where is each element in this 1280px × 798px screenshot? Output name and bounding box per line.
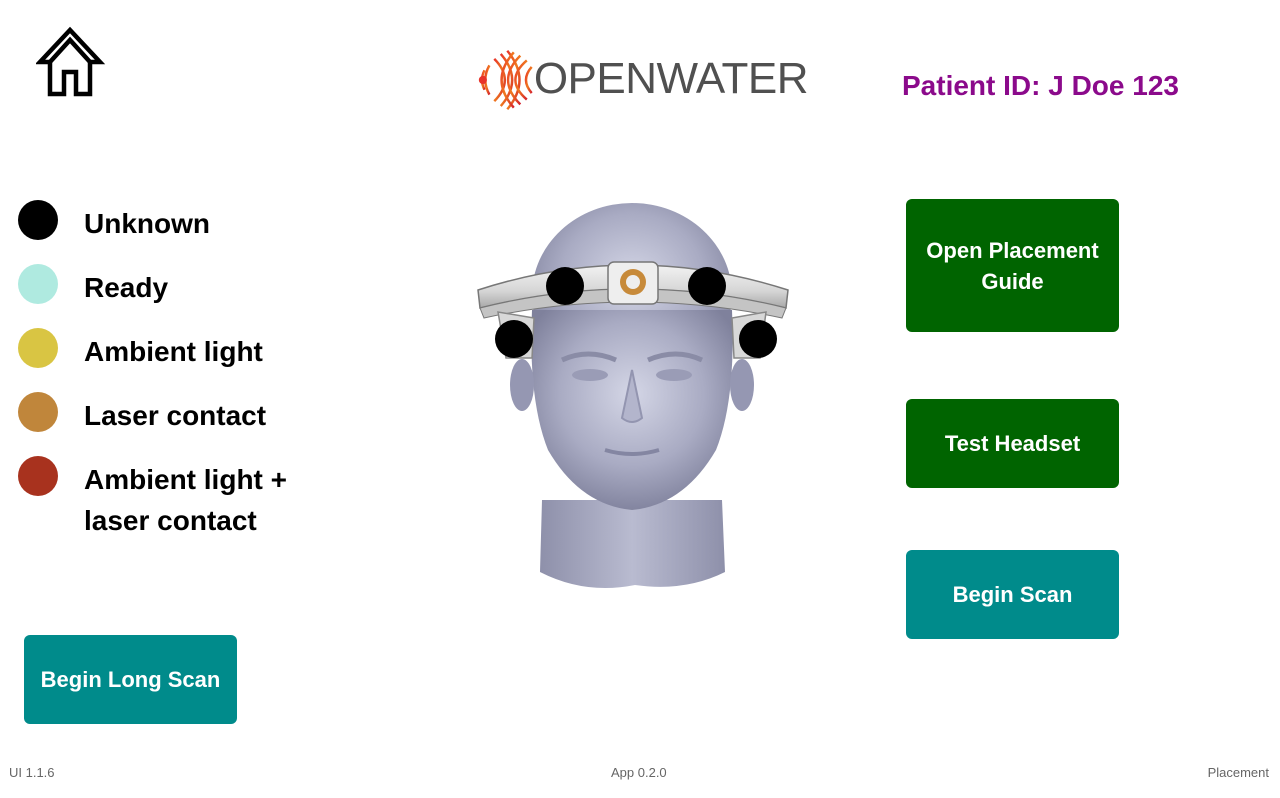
legend-item-laser-contact: Laser contact bbox=[18, 391, 338, 455]
placement-screen: OPENWATER Patient ID: J Doe 123 Unknown … bbox=[0, 0, 1280, 798]
ui-version: UI 1.1.6 bbox=[9, 765, 55, 780]
patient-id: Patient ID: J Doe 123 bbox=[902, 70, 1179, 101]
page-name: Placement bbox=[1207, 765, 1269, 780]
legend-dot-laser-contact bbox=[18, 392, 58, 432]
openwater-logo: OPENWATER bbox=[478, 38, 809, 122]
legend-dot-ambient-laser bbox=[18, 456, 58, 496]
legend-item-ambient-laser: Ambient light + laser contact bbox=[18, 455, 338, 536]
status-legend: Unknown Ready Ambient light Laser contac… bbox=[18, 199, 338, 536]
legend-dot-ambient-light bbox=[18, 328, 58, 368]
head-model bbox=[470, 200, 800, 595]
home-button[interactable] bbox=[34, 24, 108, 100]
test-headset-button[interactable]: Test Headset bbox=[906, 399, 1119, 488]
legend-dot-unknown bbox=[18, 200, 58, 240]
legend-label: Ready bbox=[84, 272, 169, 303]
open-placement-guide-button[interactable]: Open Placement Guide bbox=[906, 199, 1119, 332]
legend-item-ambient-light: Ambient light bbox=[18, 327, 338, 391]
begin-long-scan-button[interactable]: Begin Long Scan bbox=[24, 635, 237, 724]
openwater-logo-mark bbox=[478, 49, 533, 111]
app-version: App 0.2.0 bbox=[611, 765, 667, 780]
home-icon bbox=[34, 26, 106, 97]
legend-label: Laser contact bbox=[84, 400, 267, 431]
legend-label: Ambient light bbox=[84, 336, 263, 367]
legend-label: Ambient light + laser contact bbox=[84, 464, 287, 536]
head-headset-illustration bbox=[477, 203, 789, 589]
legend-label: Unknown bbox=[84, 208, 210, 239]
logo-text: OPENWATER bbox=[533, 54, 809, 103]
begin-scan-button[interactable]: Begin Scan bbox=[906, 550, 1119, 639]
legend-item-ready: Ready bbox=[18, 263, 338, 327]
legend-dot-ready bbox=[18, 264, 58, 304]
legend-item-unknown: Unknown bbox=[18, 199, 338, 263]
